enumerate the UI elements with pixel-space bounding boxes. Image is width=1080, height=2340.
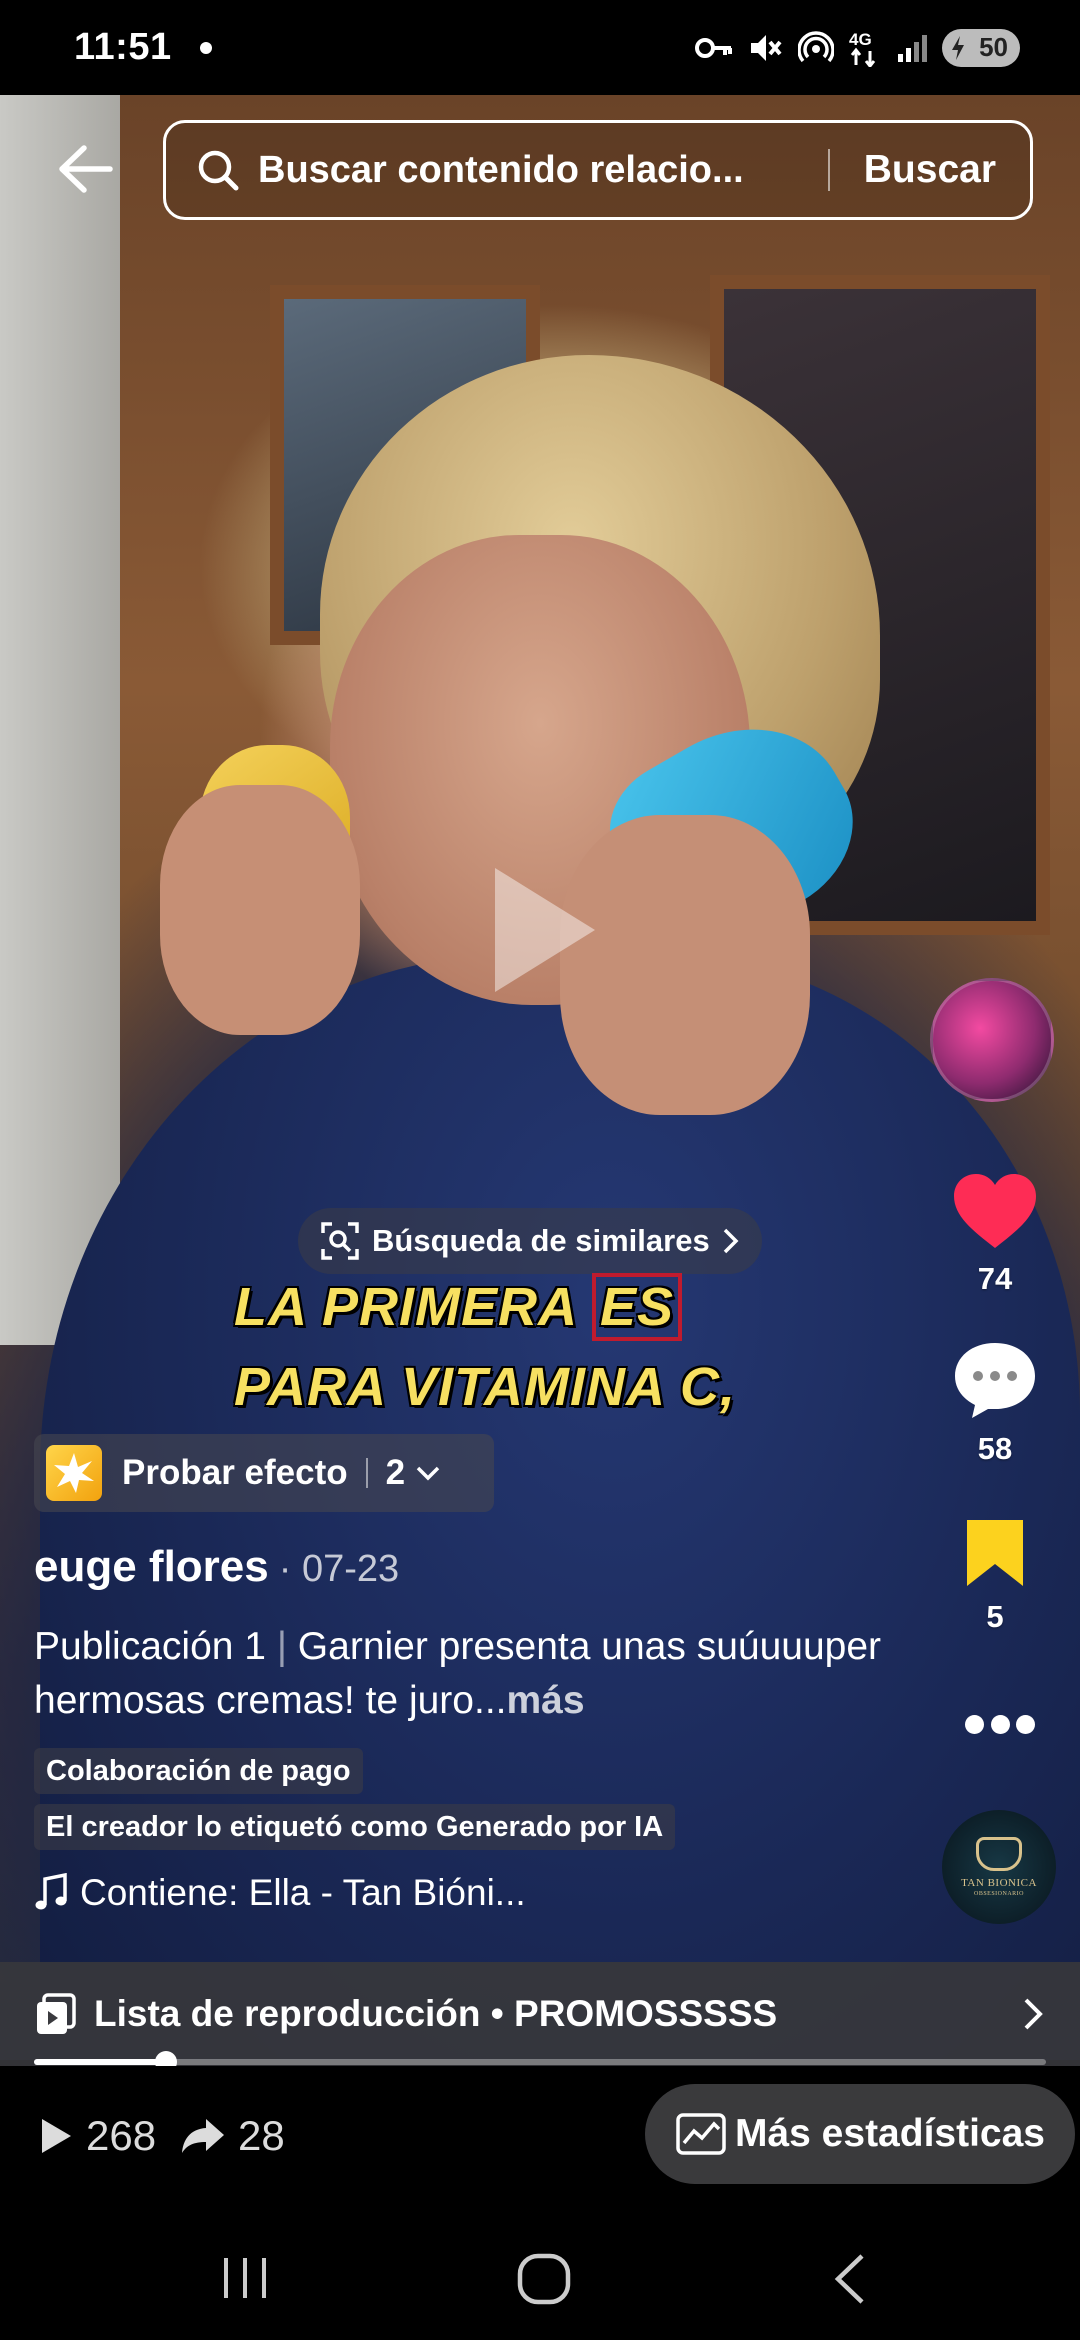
playlist-label: Lista de reproducción • PROMOSSSSS	[94, 1993, 778, 2034]
music-note-icon	[35, 1873, 67, 1910]
caption-line-1: LA PRIMERA ES	[234, 1273, 683, 1341]
effect-thumbnail	[46, 1445, 102, 1501]
image-search-icon	[321, 1222, 359, 1260]
desc-prefix: Publicación 1	[34, 1625, 266, 1668]
battery-level: 50	[979, 32, 1008, 62]
author-row: euge flores · 07-23	[34, 1542, 399, 1592]
comment-count: 58	[977, 1431, 1013, 1466]
creator-avatar[interactable]	[930, 978, 1054, 1102]
similar-search-button[interactable]: Búsqueda de similares	[298, 1208, 762, 1274]
more-stats-label: Más estadísticas	[734, 2112, 1045, 2155]
similar-search-label: Búsqueda de similares	[372, 1223, 710, 1258]
comment-button[interactable]: 58	[930, 1340, 1060, 1467]
share-arrow-icon	[182, 2119, 224, 2153]
charging-icon	[952, 35, 964, 60]
battery-indicator: 50	[942, 28, 1020, 67]
effect-label: Probar efecto	[122, 1453, 348, 1492]
music-disc-subtext: OBSESIONARIO	[973, 1891, 1024, 1897]
search-button[interactable]: Buscar	[830, 148, 1030, 192]
paid-partnership-tag[interactable]: Colaboración de pago	[34, 1748, 363, 1794]
post-date: · 07-23	[278, 1548, 400, 1590]
crest-logo-icon	[976, 1837, 1022, 1871]
music-label: Contiene: Ella - Tan Bióni...	[80, 1872, 526, 1913]
search-bar[interactable]: Buscar contenido relacio... Buscar	[163, 120, 1033, 220]
music-disc[interactable]: TAN BIONICA OBSESIONARIO	[942, 1810, 1056, 1924]
background-wall	[0, 95, 120, 1345]
shares-count: 28	[238, 2112, 285, 2159]
status-bar: 11:51 4G 50	[0, 0, 1080, 95]
plays-count: 268	[86, 2112, 157, 2159]
desc-pipe: |	[276, 1625, 287, 1668]
chevron-right-icon	[723, 1228, 739, 1254]
try-effect-button[interactable]: Probar efecto 2	[34, 1434, 494, 1512]
back-nav-icon[interactable]	[830, 2252, 870, 2306]
play-icon[interactable]	[485, 860, 605, 1000]
comment-icon	[955, 1343, 1035, 1418]
more-stats-button[interactable]: Más estadísticas	[645, 2084, 1075, 2184]
more-icon[interactable]	[965, 1715, 1035, 1739]
back-button[interactable]	[50, 138, 120, 200]
like-button[interactable]: 74	[930, 1172, 1060, 1297]
status-time: 11:51	[74, 26, 172, 68]
save-count: 5	[986, 1599, 1004, 1634]
svg-text:4G: 4G	[849, 30, 872, 49]
back-arrow-icon	[59, 145, 113, 193]
person-hand-left	[160, 785, 360, 1035]
progress-bar[interactable]	[34, 2051, 1046, 2073]
system-nav-bar	[0, 2216, 1080, 2340]
search-icon	[198, 150, 239, 191]
chart-icon	[676, 2113, 726, 2155]
home-icon[interactable]	[516, 2252, 572, 2306]
like-count: 74	[977, 1261, 1013, 1296]
caption-line-1-text: LA PRIMERA	[234, 1277, 592, 1337]
heart-icon	[954, 1174, 1036, 1248]
plays-stat: 268	[38, 2112, 156, 2160]
bookmark-icon	[967, 1520, 1023, 1586]
effect-count: 2	[385, 1453, 406, 1492]
recent-apps-icon[interactable]	[218, 2252, 272, 2304]
notification-dot	[199, 41, 212, 54]
playlist-bar[interactable]: Lista de reproducción • PROMOSSSSS	[0, 1962, 1080, 2066]
playlist-icon	[37, 1993, 76, 2034]
search-input[interactable]: Buscar contenido relacio...	[258, 149, 828, 192]
status-icons: 4G 50	[694, 28, 1020, 67]
save-button[interactable]: 5	[930, 1516, 1060, 1635]
chevron-down-icon[interactable]	[415, 1464, 441, 1482]
music-row[interactable]: Contiene: Ella - Tan Bióni...	[34, 1872, 526, 1914]
caption-highlight: ES	[592, 1273, 683, 1341]
author-name[interactable]: euge flores	[34, 1542, 269, 1592]
progress-fill	[34, 2059, 166, 2065]
effect-separator	[365, 1458, 368, 1488]
caption-line-2: PARA VITAMINA C,	[234, 1357, 736, 1417]
shares-stat: 28	[180, 2112, 285, 2160]
sparkle-icon	[54, 1453, 94, 1493]
network-4g-icon: 4G	[849, 30, 876, 67]
hotspot-icon	[798, 30, 834, 62]
chevron-right-icon	[1024, 1998, 1043, 2030]
post-description[interactable]: Publicación 1 | Garnier presenta unas su…	[34, 1620, 914, 1728]
signal-icon	[898, 34, 927, 62]
play-count-icon	[42, 2119, 71, 2153]
key-icon	[695, 37, 732, 58]
more-link[interactable]: más	[507, 1679, 585, 1722]
music-disc-text: TAN BIONICA	[961, 1877, 1037, 1889]
mute-icon	[751, 34, 782, 61]
ai-generated-tag[interactable]: El creador lo etiquetó como Generado por…	[34, 1804, 676, 1850]
